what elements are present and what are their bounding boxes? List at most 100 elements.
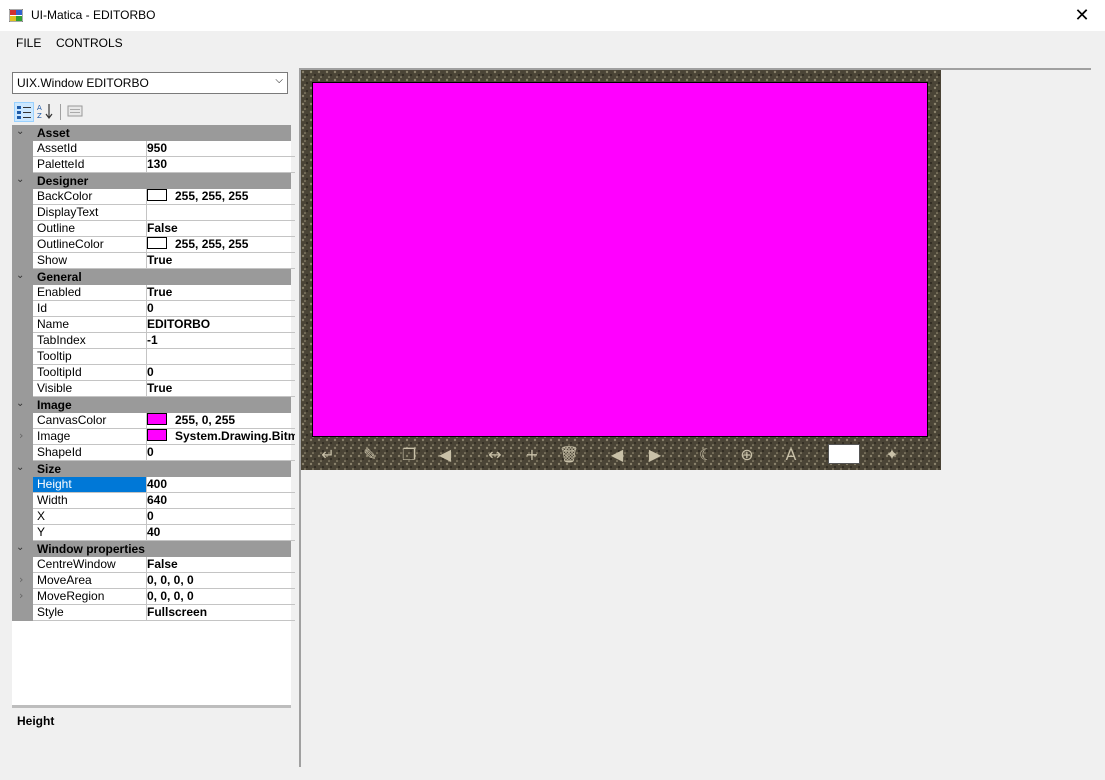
property-row[interactable]: Width 640 [12,493,295,509]
category-header[interactable]: ⌄ Size [12,461,291,477]
property-row[interactable]: › MoveArea 0, 0, 0, 0 [12,573,295,589]
property-name[interactable]: TooltipId [33,365,147,381]
property-value[interactable]: 0 [143,301,295,317]
property-name[interactable]: Id [33,301,147,317]
property-name[interactable]: Name [33,317,147,333]
collapse-chevron-icon[interactable]: ⌄ [16,462,28,473]
property-row[interactable]: X0 [12,509,295,525]
property-value[interactable]: 0 [143,445,295,461]
property-name[interactable]: ShapeId [33,445,147,461]
property-name[interactable]: Width [33,493,147,509]
category-header[interactable]: ⌄ Asset [12,125,291,141]
property-name[interactable]: Outline [33,221,147,237]
window-canvas[interactable] [312,82,928,437]
chevron-down-icon[interactable]: ⌵ [275,75,283,86]
property-value[interactable]: True [143,253,295,269]
property-name[interactable]: Style [33,605,147,621]
property-value[interactable]: System.Drawing.Bitm [143,429,295,445]
moon-button[interactable]: ☾ [693,441,719,467]
property-value[interactable]: 640 [143,493,295,509]
property-row[interactable]: PaletteId 130 [12,157,295,173]
property-row[interactable]: TooltipId 0 [12,365,295,381]
property-row[interactable]: CentreWindow False [12,557,295,573]
expand-chevron-icon[interactable]: › [19,589,23,602]
property-row[interactable]: ShapeId 0 [12,445,295,461]
globe-button[interactable]: ⊕ [734,441,760,467]
alphabetical-button[interactable]: A Z [36,102,56,122]
edit-button[interactable]: ✎ [357,441,383,467]
copy-button[interactable]: ❐ [396,441,422,467]
property-value[interactable]: 255, 255, 255 [143,189,295,205]
property-value[interactable] [143,205,295,221]
sound-button[interactable]: ◀ [432,441,458,467]
font-button[interactable]: A [778,441,804,467]
run-button[interactable]: ✦ [879,441,905,467]
property-row[interactable]: DisplayText [12,205,295,221]
property-row[interactable]: Enabled True [12,285,295,301]
property-row[interactable]: Visible True [12,381,295,397]
property-value[interactable]: 0 [143,509,295,525]
property-value[interactable]: 40 [143,525,295,541]
property-value[interactable]: 255, 0, 255 [143,413,295,429]
property-name[interactable]: Height [33,477,147,493]
collapse-chevron-icon[interactable]: ⌄ [16,270,28,281]
property-name[interactable]: Image [33,429,147,445]
property-value[interactable]: 400 [143,477,295,493]
expand-chevron-icon[interactable]: › [19,429,23,442]
collapse-chevron-icon[interactable]: ⌄ [16,174,28,185]
property-value[interactable]: 0, 0, 0, 0 [143,573,295,589]
property-name[interactable]: X [33,509,147,525]
enter-button[interactable]: ↵ [315,441,341,467]
text-field-preview[interactable] [828,444,860,464]
property-row[interactable]: Name EDITORBO [12,317,295,333]
property-name[interactable]: Y [33,525,147,541]
property-name[interactable]: OutlineColor [33,237,147,253]
property-name[interactable]: MoveRegion [33,589,147,605]
property-value[interactable]: EDITORBO [143,317,295,333]
property-row[interactable]: BackColor 255, 255, 255 [12,189,295,205]
property-name[interactable]: BackColor [33,189,147,205]
property-name[interactable]: MoveArea [33,573,147,589]
add-button[interactable]: + [519,441,545,467]
property-value[interactable]: True [143,285,295,301]
property-value[interactable] [143,349,295,365]
collapse-chevron-icon[interactable]: ⌄ [16,126,28,137]
property-pages-button[interactable] [66,102,86,122]
property-row[interactable]: Show True [12,253,295,269]
category-header[interactable]: ⌄ Designer [12,173,291,189]
property-value[interactable]: 130 [143,157,295,173]
property-name[interactable]: CanvasColor [33,413,147,429]
property-row[interactable]: Style Fullscreen [12,605,295,621]
property-name[interactable]: Visible [33,381,147,397]
close-button[interactable]: ✕ [1059,0,1105,31]
property-row[interactable]: CanvasColor 255, 0, 255 [12,413,295,429]
object-selector-dropdown[interactable]: UIX.Window EDITORBO ⌵ [12,72,288,94]
property-value[interactable]: 0 [143,365,295,381]
collapse-chevron-icon[interactable]: ⌄ [16,398,28,409]
category-header[interactable]: ⌄ Window properties [12,541,291,557]
property-name[interactable]: CentreWindow [33,557,147,573]
property-row[interactable]: Outline False [12,221,295,237]
property-name[interactable]: Enabled [33,285,147,301]
category-header[interactable]: ⌄ Image [12,397,291,413]
categorized-button[interactable] [14,102,34,122]
property-name[interactable]: Show [33,253,147,269]
property-row[interactable]: Y 40 [12,525,295,541]
category-header[interactable]: ⌄ General [12,269,291,285]
trash-button[interactable]: 🗑 [556,441,582,467]
property-value[interactable]: 0, 0, 0, 0 [143,589,295,605]
property-value[interactable]: -1 [143,333,295,349]
property-value[interactable]: Fullscreen [143,605,295,621]
arrow-right-button[interactable]: ▶ [642,441,668,467]
expand-chevron-icon[interactable]: › [19,573,23,586]
property-value[interactable]: 950 [143,141,295,157]
property-row[interactable]: › Image System.Drawing.Bitm [12,429,295,445]
collapse-chevron-icon[interactable]: ⌄ [16,542,28,553]
menu-file[interactable]: FILE [16,36,41,50]
property-name[interactable]: DisplayText [33,205,147,221]
property-row[interactable]: › MoveRegion 0, 0, 0, 0 [12,589,295,605]
menu-controls[interactable]: CONTROLS [56,36,123,50]
property-value[interactable]: True [143,381,295,397]
property-row[interactable]: Id 0 [12,301,295,317]
property-value[interactable]: False [143,557,295,573]
